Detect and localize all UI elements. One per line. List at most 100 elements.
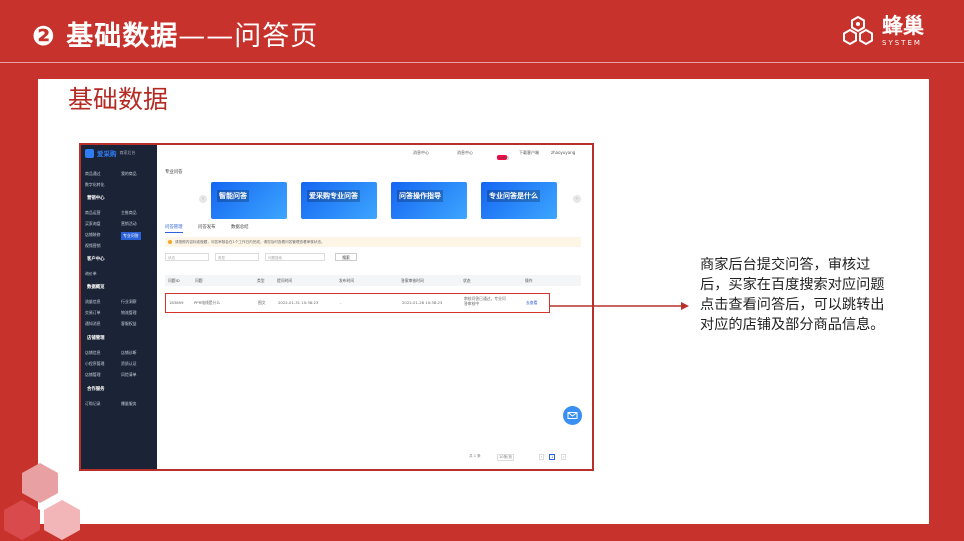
search-button[interactable]: 搜索 xyxy=(335,253,357,261)
message-float-icon[interactable] xyxy=(563,406,582,425)
sidebar: 爱采购 商家后台 商品通过 我的商品数字化转化营销中心商品运营 主推商品买家询盘 营销… xyxy=(81,145,157,469)
cell-audit-time: 2022-01-28 10:38:23 xyxy=(402,300,443,305)
cell-id: 183899 xyxy=(169,300,184,305)
notice-bar: 请按照内容标准做题，问答审核会在1个工作日内完成，请您及时查看问答管理查看审核状… xyxy=(165,237,581,247)
col-audit-time: 答案审核时间 xyxy=(401,278,424,283)
description-text: 商家后台提交问答，审核过后，买家在百度搜索对应问题点击查看问答后，可以跳转出对应… xyxy=(700,257,885,333)
tab-bar: 问答管理 问答发布 数据总结 xyxy=(165,224,263,233)
sidebar-item[interactable]: 流量信息 xyxy=(85,299,101,305)
main-panel: 专业问答 ‹ › 智能问答 爱采购专业问答 问答操作指导 专业问答是什么 问答管… xyxy=(157,161,592,469)
pagination: 共 1 条 10条/页 ‹ 1 › xyxy=(469,453,589,463)
view-link[interactable]: 去查看 xyxy=(526,300,537,305)
sidebar-item[interactable]: 资质认证 xyxy=(121,361,137,367)
col-question: 问题 xyxy=(195,278,203,283)
table-row: 183899 PPR电线是什么 图文 2022-01-31 10:38:23 -… xyxy=(165,293,550,313)
col-status: 状态 xyxy=(463,278,471,283)
cell-type: 图文 xyxy=(258,300,266,305)
sidebar-item[interactable]: 店铺装修 xyxy=(85,232,101,238)
cell-question: PPR电线是什么 xyxy=(194,300,221,305)
banner-title-dash: —— xyxy=(178,21,235,52)
sidebar-item[interactable]: 专业问答 xyxy=(121,232,141,240)
banner-card[interactable]: 专业问答是什么 xyxy=(481,182,557,219)
sidebar-item[interactable]: 店铺管理 xyxy=(85,372,101,378)
sidebar-section: 数据概览 xyxy=(87,285,105,290)
sidebar-item[interactable]: 买家询盘 xyxy=(85,221,101,227)
banner-card[interactable]: 爱采购专业问答 xyxy=(301,182,377,219)
honeycomb-logo-icon xyxy=(843,15,873,46)
brand-name: 爱采购 xyxy=(97,150,117,158)
sidebar-item[interactable]: 小程序管理 xyxy=(85,361,104,367)
sidebar-item[interactable]: 行业洞察 xyxy=(121,299,137,305)
col-ask-time: 提问时间 xyxy=(277,278,293,283)
sidebar-item[interactable]: 店铺诊断 xyxy=(121,350,137,356)
page-number[interactable]: 1 xyxy=(549,454,556,460)
logo-text-cn: 蜂巢 xyxy=(882,13,924,38)
brand-logo-icon xyxy=(85,148,94,158)
notice-text: 请按照内容标准做题，问答审核会在1个工作日内完成，请您及时查看问答管理查看审核状… xyxy=(175,240,325,244)
topbar: 消息中心 消息中心 工作台new 下载客户端 zhaoyuyang xyxy=(157,145,592,162)
banner-title-bold: 基础数据 xyxy=(66,21,179,52)
col-action: 操作 xyxy=(525,278,533,283)
sidebar-item[interactable]: 交易订单 xyxy=(85,310,101,316)
sidebar-item[interactable]: 商品通过 xyxy=(85,171,101,177)
section-title: 基础数据 xyxy=(68,85,169,114)
prev-page-icon[interactable]: ‹ xyxy=(539,454,545,460)
page-size-select[interactable]: 10条/页 xyxy=(497,454,514,461)
cell-ask-time: 2022-01-31 10:38:23 xyxy=(278,300,319,305)
sidebar-section: 客户中心 xyxy=(87,257,105,262)
tab-qa-manage[interactable]: 问答管理 xyxy=(165,225,183,233)
brand-sub: 商家后台 xyxy=(119,150,136,155)
tab-qa-publish[interactable]: 问答发布 xyxy=(198,225,216,230)
sidebar-item[interactable]: 通知消息 xyxy=(85,321,101,327)
total-count: 共 1 条 xyxy=(469,454,481,458)
banner-card[interactable]: 问答操作指导 xyxy=(391,182,467,219)
sidebar-item[interactable]: 物流管理 xyxy=(121,310,137,316)
warning-icon xyxy=(168,240,172,244)
sidebar-item[interactable]: 爆量服务 xyxy=(121,401,137,407)
sidebar-section: 营销中心 xyxy=(87,196,105,201)
breadcrumb: 专业问答 xyxy=(165,170,183,175)
logo-text-en: SYSTEM xyxy=(882,38,922,47)
tab-data-summary[interactable]: 数据总结 xyxy=(231,225,249,230)
sidebar-item[interactable]: 客服权益 xyxy=(121,321,137,327)
table-header: 问题ID 问题 类型 提问时间 发布时间 答案审核时间 状态 操作 xyxy=(165,275,581,286)
sidebar-section: 店铺管理 xyxy=(87,336,105,341)
sidebar-item[interactable]: 数字化转化 xyxy=(85,182,104,188)
col-type: 类型 xyxy=(257,278,265,283)
topbar-item[interactable]: 消息中心 xyxy=(413,150,429,156)
banner-number: ❷ xyxy=(32,21,56,52)
col-publish-time: 发布时间 xyxy=(339,278,355,283)
topbar-item[interactable]: 下载客户端 xyxy=(519,150,539,156)
type-select[interactable]: 类型 xyxy=(215,253,259,261)
col-id: 问题ID xyxy=(168,278,180,283)
banner-card[interactable]: 智能问答 xyxy=(211,182,287,219)
sidebar-item[interactable]: 我的商品 xyxy=(121,171,137,177)
filter-bar: 状态 类型 问题搜索 搜索 xyxy=(165,253,585,263)
search-input[interactable]: 问题搜索 xyxy=(265,253,325,261)
banner-title: ❷ 基础数据——问答页 xyxy=(32,14,318,53)
status-select[interactable]: 状态 xyxy=(165,253,209,261)
banner-title-rest: 问答页 xyxy=(234,21,319,52)
embedded-screenshot: 爱采购 商家后台 商品通过 我的商品数字化转化营销中心商品运营 主推商品买家询盘 营销… xyxy=(79,143,594,471)
cell-publish-time: - xyxy=(340,300,342,305)
sidebar-item[interactable]: 风险清单 xyxy=(121,372,137,378)
sidebar-item[interactable]: 营销活动 xyxy=(121,221,137,227)
carousel-next-icon[interactable]: › xyxy=(573,195,581,203)
logo: 蜂巢 SYSTEM xyxy=(840,13,924,49)
title-banner: ❷ 基础数据——问答页 蜂巢 SYSTEM xyxy=(0,0,964,62)
next-page-icon[interactable]: › xyxy=(561,454,567,460)
sidebar-item[interactable]: 主推商品 xyxy=(121,210,137,216)
sidebar-item[interactable]: 店铺信息 xyxy=(85,350,101,356)
divider-line xyxy=(0,62,964,63)
sidebar-item[interactable]: 询价单 xyxy=(85,271,97,277)
sidebar-item[interactable]: 视频营销 xyxy=(85,243,101,249)
carousel-prev-icon[interactable]: ‹ xyxy=(199,195,207,203)
sidebar-item[interactable]: 订购记录 xyxy=(85,401,101,407)
arrow-icon xyxy=(549,302,689,310)
brand: 爱采购 商家后台 xyxy=(85,145,157,161)
new-badge: new xyxy=(497,155,508,160)
user-name[interactable]: zhaoyuyang xyxy=(551,150,575,155)
sidebar-item[interactable]: 商品运营 xyxy=(85,210,101,216)
sidebar-section: 合作服务 xyxy=(87,387,105,392)
topbar-item[interactable]: 消息中心 xyxy=(457,150,473,156)
